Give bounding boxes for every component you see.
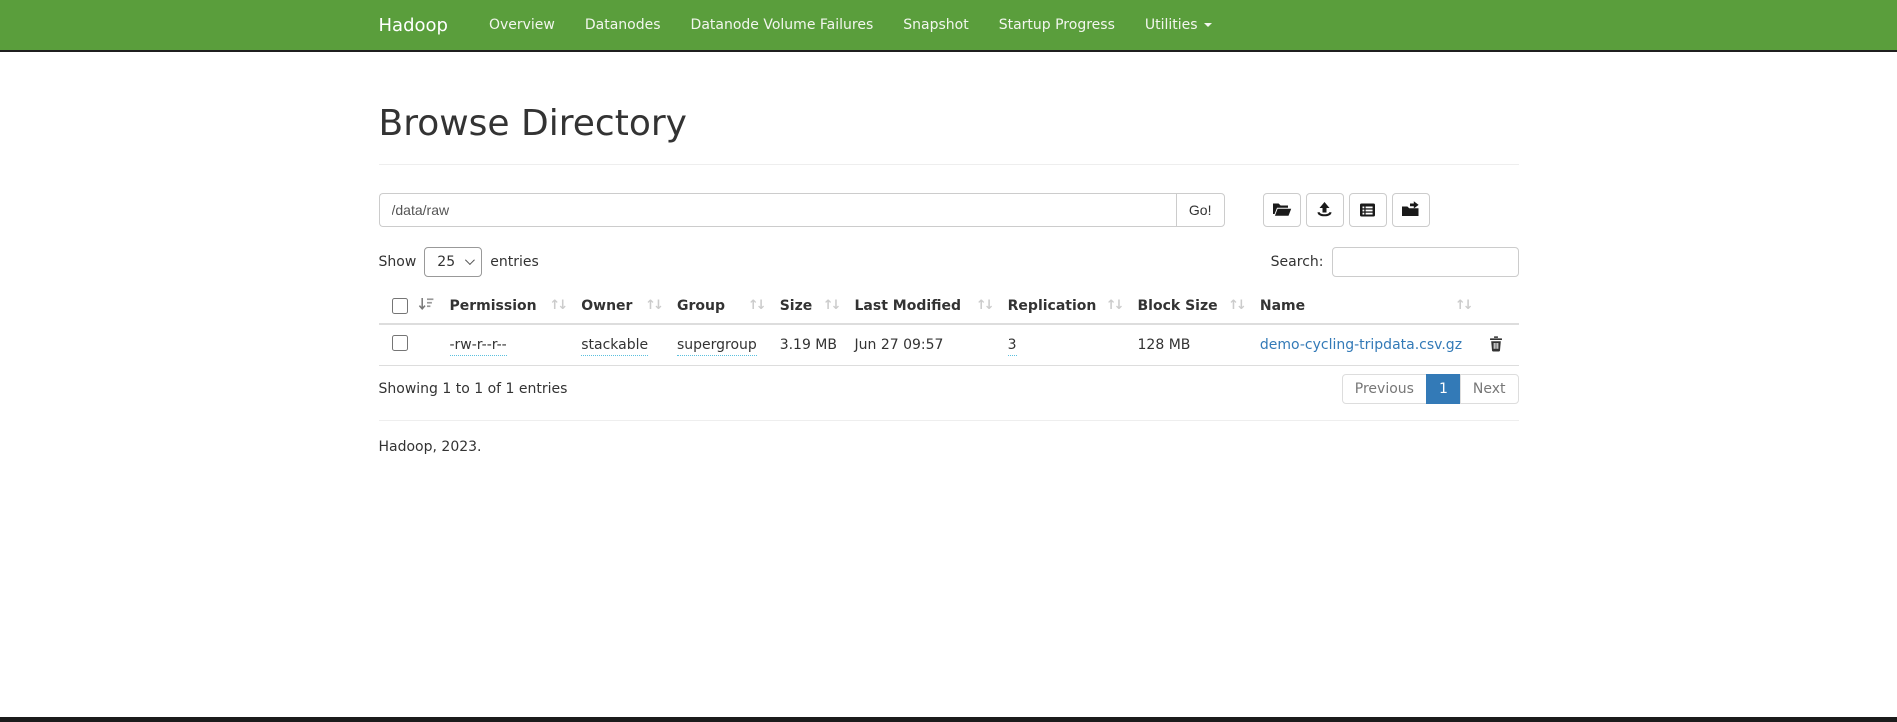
move-folder-icon: [1401, 201, 1421, 218]
explorer-bar: Go!: [379, 193, 1519, 227]
row-checkbox[interactable]: [392, 335, 408, 351]
directory-path-input[interactable]: [379, 193, 1176, 227]
sort-arrows-icon: [1455, 299, 1471, 312]
table-header-row: Permission Owner Group Size Last Modifie…: [379, 289, 1519, 324]
previous-page-button[interactable]: Previous: [1342, 374, 1427, 404]
pagination-previous: Previous: [1342, 374, 1427, 404]
nav-item-datanodes: Datanodes: [570, 0, 676, 50]
file-name-link[interactable]: demo-cycling-tripdata.csv.gz: [1260, 337, 1462, 353]
header-actions: [1479, 289, 1519, 324]
header-name[interactable]: Name: [1252, 289, 1479, 324]
search-label: Search:: [1271, 254, 1324, 270]
next-page-button[interactable]: Next: [1460, 374, 1519, 404]
select-all-checkbox[interactable]: [392, 298, 408, 314]
nav-item-snapshot: Snapshot: [888, 0, 983, 50]
navbar-brand[interactable]: Hadoop: [379, 0, 448, 50]
table-controls: Show 25 entries Search:: [379, 247, 1519, 277]
open-folder-icon: [1272, 201, 1292, 218]
sort-arrows-icon: [976, 299, 992, 312]
nav-item-utilities: Utilities: [1130, 0, 1227, 50]
directory-table: Permission Owner Group Size Last Modifie…: [379, 289, 1519, 366]
header-last-modified-label: Last Modified: [855, 298, 962, 314]
chevron-down-icon: [465, 255, 475, 265]
header-permission-label: Permission: [450, 298, 537, 314]
sort-arrows-icon: [823, 299, 839, 312]
create-directory-button[interactable]: [1263, 193, 1301, 227]
header-size[interactable]: Size: [772, 289, 847, 324]
header-name-label: Name: [1260, 298, 1305, 314]
last-modified-cell: Jun 27 09:57: [847, 324, 1000, 366]
page-1-button[interactable]: 1: [1426, 374, 1461, 404]
page-length-select[interactable]: 25: [424, 247, 482, 277]
nav-link-overview[interactable]: Overview: [474, 0, 570, 50]
site-footer-text: Hadoop, 2023.: [379, 439, 1519, 515]
owner-cell[interactable]: stackable: [581, 337, 648, 356]
page-length-control: Show 25 entries: [379, 247, 539, 277]
header-group[interactable]: Group: [669, 289, 772, 324]
show-label: Show: [379, 254, 417, 270]
sort-arrows-icon: [1228, 299, 1244, 312]
caret-down-icon: [1204, 23, 1212, 27]
entries-label: entries: [490, 254, 539, 270]
sort-amount-icon: [418, 297, 434, 315]
header-group-label: Group: [677, 298, 725, 314]
nav-link-utilities-dropdown[interactable]: Utilities: [1130, 0, 1227, 50]
nav-link-snapshot[interactable]: Snapshot: [888, 0, 983, 50]
set-permissions-button[interactable]: [1349, 193, 1387, 227]
move-files-button[interactable]: [1392, 193, 1430, 227]
search-control: Search:: [1271, 247, 1519, 277]
nav-item-datanode-volume-failures: Datanode Volume Failures: [676, 0, 889, 50]
nav-link-datanodes[interactable]: Datanodes: [570, 0, 676, 50]
header-size-label: Size: [780, 298, 813, 314]
header-replication[interactable]: Replication: [1000, 289, 1130, 324]
group-cell[interactable]: supergroup: [677, 337, 757, 356]
nav-link-startup-progress[interactable]: Startup Progress: [984, 0, 1130, 50]
footer-divider: [379, 420, 1519, 421]
header-owner[interactable]: Owner: [573, 289, 669, 324]
page-title: Browse Directory: [379, 104, 1519, 144]
upload-files-button[interactable]: [1306, 193, 1344, 227]
main-content: Browse Directory Go!: [379, 104, 1519, 515]
pagination: Previous 1 Next: [1342, 374, 1519, 404]
pagination-page-1: 1: [1427, 374, 1461, 404]
block-size-cell: 128 MB: [1130, 324, 1252, 366]
header-select-all[interactable]: [379, 289, 442, 324]
header-block-size[interactable]: Block Size: [1130, 289, 1252, 324]
nav-item-startup-progress: Startup Progress: [984, 0, 1130, 50]
upload-icon: [1315, 201, 1334, 218]
list-icon: [1358, 202, 1377, 218]
size-cell: 3.19 MB: [772, 324, 847, 366]
file-actions-toolbar: [1263, 193, 1430, 227]
sort-arrows-icon: [645, 299, 661, 312]
header-block-size-label: Block Size: [1138, 298, 1218, 314]
header-last-modified[interactable]: Last Modified: [847, 289, 1000, 324]
nav-link-datanode-volume-failures[interactable]: Datanode Volume Failures: [676, 0, 889, 50]
header-replication-label: Replication: [1008, 298, 1097, 314]
header-permission[interactable]: Permission: [442, 289, 574, 324]
page-length-value: 25: [437, 254, 455, 270]
path-input-group: Go!: [379, 193, 1225, 227]
pagination-next: Next: [1461, 374, 1519, 404]
utilities-label: Utilities: [1145, 17, 1198, 33]
nav-item-overview: Overview: [474, 0, 570, 50]
sort-arrows-icon: [748, 299, 764, 312]
table-row: -rw-r--r-- stackable supergroup 3.19 MB …: [379, 324, 1519, 366]
sort-arrows-icon: [1106, 299, 1122, 312]
header-owner-label: Owner: [581, 298, 632, 314]
permission-cell[interactable]: -rw-r--r--: [450, 337, 507, 356]
screen-bottom-edge: [0, 717, 1897, 722]
top-navbar: Hadoop Overview Datanodes Datanode Volum…: [0, 0, 1897, 52]
sort-arrows-icon: [549, 299, 565, 312]
trash-icon: [1489, 340, 1503, 355]
go-button[interactable]: Go!: [1176, 193, 1225, 227]
table-footer: Showing 1 to 1 of 1 entries Previous 1 N…: [379, 374, 1519, 404]
replication-cell[interactable]: 3: [1008, 337, 1017, 356]
search-input[interactable]: [1332, 247, 1519, 277]
delete-file-button[interactable]: [1487, 334, 1505, 354]
page-header: Browse Directory: [379, 104, 1519, 165]
table-info: Showing 1 to 1 of 1 entries: [379, 381, 568, 397]
navbar-menu: Overview Datanodes Datanode Volume Failu…: [474, 0, 1227, 50]
